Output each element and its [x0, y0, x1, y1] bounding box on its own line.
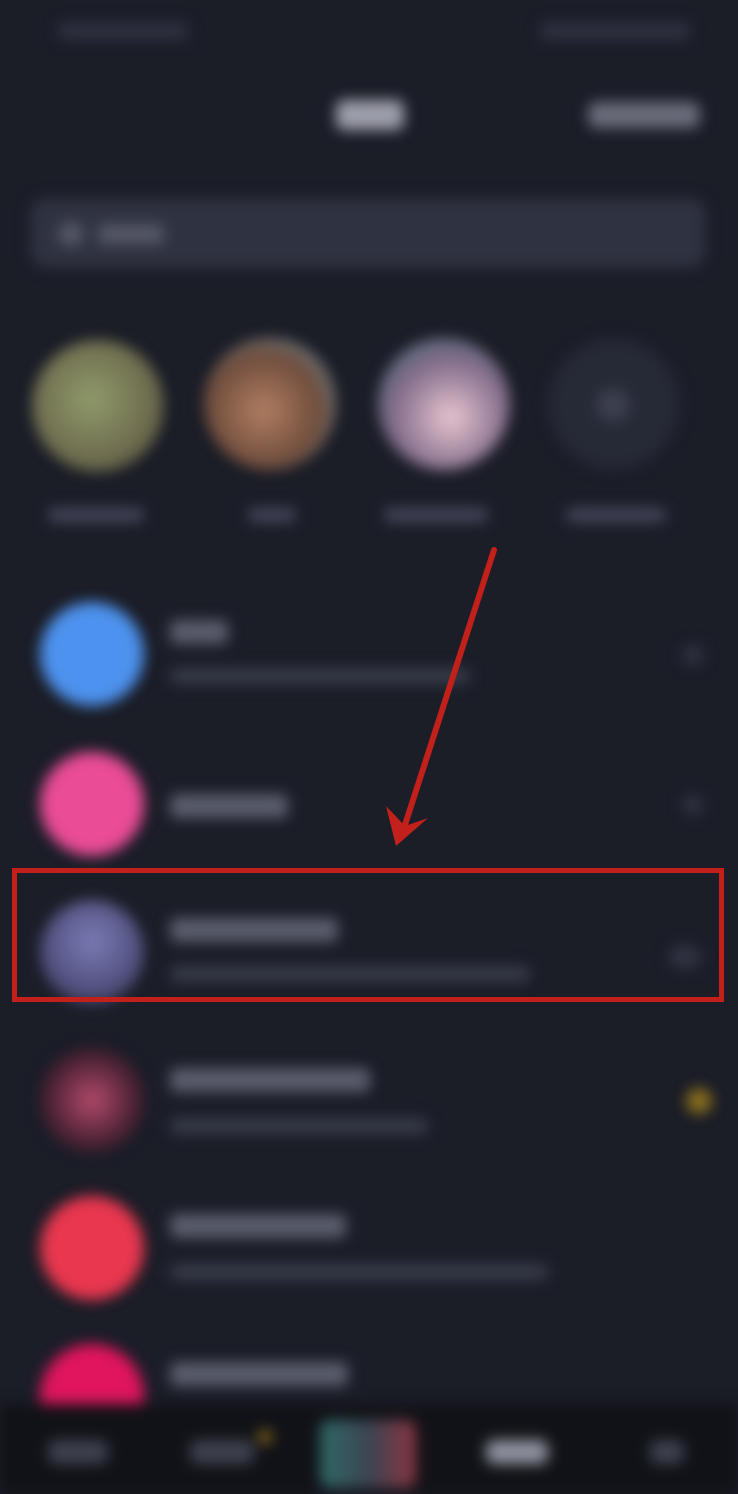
story-label-4 — [566, 508, 666, 522]
story-avatar-1[interactable] — [32, 340, 164, 472]
chat-title — [170, 620, 228, 644]
status-bar-right — [540, 22, 690, 40]
tab-5[interactable] — [650, 1440, 684, 1464]
tab-4[interactable] — [486, 1440, 548, 1464]
chat-title — [170, 918, 338, 942]
story-avatar-2[interactable] — [204, 338, 336, 470]
chat-preview — [170, 668, 470, 684]
header-title — [336, 100, 404, 130]
story-label-2 — [248, 508, 296, 522]
header-action-button[interactable] — [588, 102, 700, 128]
avatar — [40, 1048, 144, 1152]
chat-preview — [170, 966, 530, 982]
chat-title — [170, 1362, 348, 1386]
story-avatar-3[interactable] — [378, 338, 510, 470]
chat-meta — [668, 944, 702, 970]
blurred-content — [0, 0, 738, 1494]
notification-dot — [258, 1430, 272, 1444]
chat-title — [170, 1068, 370, 1092]
chat-preview — [170, 1118, 428, 1134]
avatar — [40, 752, 144, 856]
chevron-right-icon — [682, 794, 704, 816]
story-label-1 — [48, 508, 144, 522]
tab-1[interactable] — [48, 1440, 108, 1464]
unread-badge — [686, 1088, 712, 1114]
tab-center[interactable] — [320, 1420, 416, 1488]
chat-title — [170, 794, 288, 818]
tab-2[interactable] — [190, 1440, 254, 1464]
avatar — [40, 602, 144, 706]
avatar — [40, 900, 144, 1004]
plus-icon — [596, 388, 630, 422]
chat-title — [170, 1214, 346, 1238]
app-screen — [0, 0, 738, 1494]
search-placeholder — [98, 224, 164, 244]
chat-preview — [170, 1264, 548, 1280]
chevron-right-icon — [682, 644, 704, 666]
story-label-3 — [384, 508, 488, 522]
status-bar-left — [58, 22, 188, 40]
avatar — [40, 1196, 144, 1300]
search-icon — [58, 222, 84, 246]
